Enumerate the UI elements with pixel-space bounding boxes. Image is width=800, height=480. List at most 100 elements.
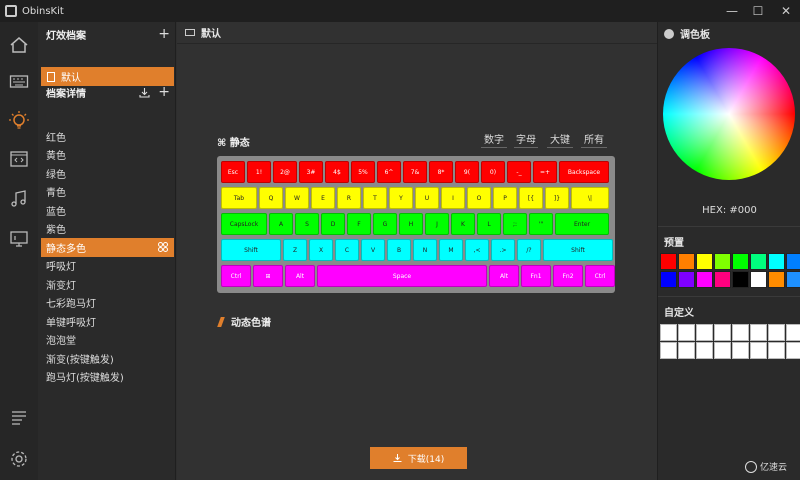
preset-swatch[interactable] xyxy=(732,253,749,270)
custom-swatch[interactable] xyxy=(696,342,713,359)
list-icon[interactable] xyxy=(8,406,30,428)
effect-item[interactable]: 跑马灯(按键触发) xyxy=(38,368,176,387)
key-row4-5[interactable]: B xyxy=(387,239,411,261)
key-row4-6[interactable]: N xyxy=(413,239,437,261)
key-row2-8[interactable]: I xyxy=(441,187,465,209)
key-row5-6[interactable]: Fn2 xyxy=(553,265,583,287)
key-row4-7[interactable]: M xyxy=(439,239,463,261)
maximize-button[interactable]: ☐ xyxy=(746,0,770,22)
key-row1-3[interactable]: 3# xyxy=(299,161,323,183)
preset-swatch[interactable] xyxy=(786,253,800,270)
key-row4-0[interactable]: Shift xyxy=(221,239,281,261)
key-row3-9[interactable]: L xyxy=(477,213,501,235)
key-row1-13[interactable]: Backspace xyxy=(559,161,609,183)
custom-swatch[interactable] xyxy=(786,324,800,341)
key-row2-12[interactable]: ]} xyxy=(545,187,569,209)
color-wheel[interactable] xyxy=(663,48,795,180)
custom-swatch[interactable] xyxy=(660,342,677,359)
custom-swatch[interactable] xyxy=(786,342,800,359)
preset-swatch[interactable] xyxy=(678,253,695,270)
download-button[interactable]: 下载(14) xyxy=(370,447,467,469)
key-row5-4[interactable]: Alt xyxy=(489,265,519,287)
preset-swatch[interactable] xyxy=(660,271,677,288)
key-row3-10[interactable]: ;: xyxy=(503,213,527,235)
add-profile-button[interactable]: + xyxy=(158,26,170,42)
custom-swatch[interactable] xyxy=(660,324,677,341)
preset-swatch[interactable] xyxy=(714,271,731,288)
effect-item[interactable]: 紫色 xyxy=(38,220,176,239)
key-row3-8[interactable]: K xyxy=(451,213,475,235)
key-row2-3[interactable]: E xyxy=(311,187,335,209)
key-row1-6[interactable]: 6^ xyxy=(377,161,401,183)
key-row1-1[interactable]: 1! xyxy=(247,161,271,183)
key-row2-1[interactable]: Q xyxy=(259,187,283,209)
key-row3-6[interactable]: H xyxy=(399,213,423,235)
custom-swatch[interactable] xyxy=(768,342,785,359)
key-row1-8[interactable]: 8* xyxy=(429,161,453,183)
custom-swatch[interactable] xyxy=(714,324,731,341)
tab-large-keys[interactable]: 大键 xyxy=(547,130,573,148)
custom-swatch[interactable] xyxy=(750,342,767,359)
effect-item[interactable]: 红色 xyxy=(38,127,176,146)
key-row4-10[interactable]: /? xyxy=(517,239,541,261)
key-row1-0[interactable]: Esc xyxy=(221,161,245,183)
preset-swatch[interactable] xyxy=(786,271,800,288)
key-row3-5[interactable]: G xyxy=(373,213,397,235)
key-row4-8[interactable]: ,< xyxy=(465,239,489,261)
key-row4-1[interactable]: Z xyxy=(283,239,307,261)
key-row5-0[interactable]: Ctrl xyxy=(221,265,251,287)
custom-swatch[interactable] xyxy=(678,342,695,359)
key-row2-4[interactable]: R xyxy=(337,187,361,209)
effect-item[interactable]: 渐变灯 xyxy=(38,275,176,294)
key-row5-1[interactable]: ⊞ xyxy=(253,265,283,287)
effect-item[interactable]: 单键呼吸灯 xyxy=(38,312,176,331)
effect-item-active[interactable]: 静态多色 xyxy=(41,238,174,257)
preset-swatch[interactable] xyxy=(714,253,731,270)
preset-swatch[interactable] xyxy=(768,253,785,270)
custom-swatch[interactable] xyxy=(678,324,695,341)
key-row4-2[interactable]: X xyxy=(309,239,333,261)
preset-swatch[interactable] xyxy=(750,271,767,288)
key-row1-12[interactable]: =+ xyxy=(533,161,557,183)
key-row1-5[interactable]: 5% xyxy=(351,161,375,183)
code-icon[interactable] xyxy=(8,148,30,170)
effect-item[interactable]: 绿色 xyxy=(38,164,176,183)
custom-swatch[interactable] xyxy=(768,324,785,341)
preset-swatch[interactable] xyxy=(696,271,713,288)
key-row5-7[interactable]: Ctrl xyxy=(585,265,615,287)
key-row2-13[interactable]: \| xyxy=(571,187,609,209)
add-effect-button[interactable]: + xyxy=(158,84,170,100)
monitor-icon[interactable] xyxy=(8,228,30,250)
key-row2-0[interactable]: Tab xyxy=(221,187,257,209)
key-row1-11[interactable]: -_ xyxy=(507,161,531,183)
key-row1-4[interactable]: 4$ xyxy=(325,161,349,183)
preset-swatch[interactable] xyxy=(660,253,677,270)
tab-numbers[interactable]: 数字 xyxy=(481,130,507,148)
effect-item[interactable]: 青色 xyxy=(38,183,176,202)
settings-icon[interactable] xyxy=(8,448,30,470)
keyboard-icon[interactable] xyxy=(8,70,30,92)
download-icon[interactable] xyxy=(139,87,150,98)
key-row3-7[interactable]: J xyxy=(425,213,449,235)
preset-swatch[interactable] xyxy=(696,253,713,270)
tab-letters[interactable]: 字母 xyxy=(514,130,538,148)
key-row5-5[interactable]: Fn1 xyxy=(521,265,551,287)
key-row1-2[interactable]: 2@ xyxy=(273,161,297,183)
preset-swatch[interactable] xyxy=(678,271,695,288)
home-icon[interactable] xyxy=(8,34,30,56)
key-row3-11[interactable]: '" xyxy=(529,213,553,235)
key-row3-0[interactable]: CapsLock xyxy=(221,213,267,235)
preset-swatch[interactable] xyxy=(750,253,767,270)
key-row4-11[interactable]: Shift xyxy=(543,239,613,261)
key-row3-2[interactable]: S xyxy=(295,213,319,235)
key-row3-12[interactable]: Enter xyxy=(555,213,609,235)
key-row5-2[interactable]: Alt xyxy=(285,265,315,287)
key-row3-3[interactable]: D xyxy=(321,213,345,235)
close-button[interactable]: ✕ xyxy=(774,0,798,22)
music-icon[interactable] xyxy=(8,188,30,210)
custom-swatch[interactable] xyxy=(732,324,749,341)
key-row2-5[interactable]: T xyxy=(363,187,387,209)
lightbulb-icon[interactable] xyxy=(8,110,30,132)
key-row2-10[interactable]: P xyxy=(493,187,517,209)
effect-item[interactable]: 渐变(按键触发) xyxy=(38,349,176,368)
